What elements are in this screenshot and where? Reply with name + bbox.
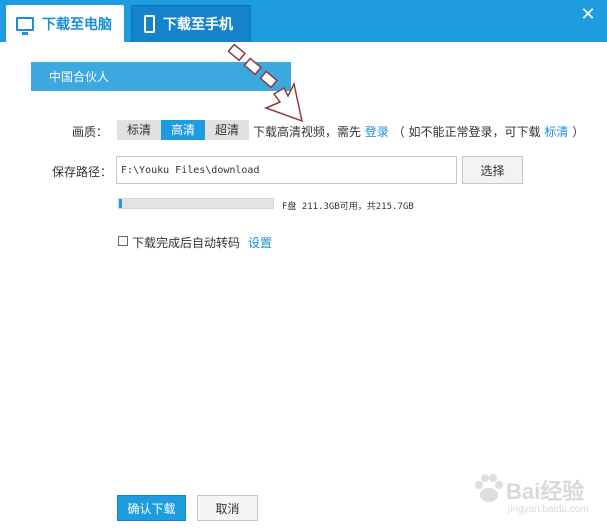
confirm-download-button[interactable]: 确认下载 <box>117 495 186 521</box>
quality-selector: 标清 高清 超清 <box>117 120 249 140</box>
quality-hint: 下载高清视频，需先 登录 （ 如不能正常登录，可下载 标清 ） <box>253 123 584 140</box>
paw-icon <box>475 474 503 502</box>
quality-hint-prefix: 下载高清视频，需先 <box>253 125 362 139</box>
tab-download-to-pc[interactable]: 下载至电脑 <box>6 5 124 42</box>
auto-convert-label: 下载完成后自动转码 <box>132 236 241 250</box>
tab-download-to-phone[interactable]: 下载至手机 <box>131 5 251 42</box>
choose-folder-button[interactable]: 选择 <box>462 156 523 184</box>
monitor-icon <box>16 16 34 35</box>
quality-option-hd[interactable]: 高清 <box>161 120 205 140</box>
disk-space-text: F盘 211.3GB可用，共215.7GB <box>282 202 414 212</box>
quality-option-super[interactable]: 超清 <box>205 120 249 140</box>
save-path-input[interactable] <box>116 156 457 184</box>
tab-label: 下载至手机 <box>163 17 233 33</box>
phone-icon <box>144 15 155 33</box>
baidu-watermark: Bai经验 jingyan.baidu.com <box>470 470 602 522</box>
watermark-text: Bai经验 <box>506 479 585 504</box>
title-bar: 下载至电脑 下载至手机 ✕ <box>0 0 607 42</box>
save-path-label: 保存路径： <box>52 165 113 179</box>
auto-convert-settings-link[interactable]: 设置 <box>248 234 272 251</box>
tab-label: 下载至电脑 <box>42 16 112 33</box>
quality-hint-middle: （ 如不能正常登录，可下载 <box>392 125 541 139</box>
auto-convert-checkbox[interactable] <box>118 236 128 246</box>
quality-hint-suffix: ） <box>572 125 585 139</box>
quality-option-sd[interactable]: 标清 <box>117 120 161 140</box>
cancel-button[interactable]: 取消 <box>197 495 258 521</box>
disk-usage-fill <box>119 199 123 208</box>
login-link[interactable]: 登录 <box>365 125 389 139</box>
pointer-arrow-icon <box>227 44 304 123</box>
close-icon[interactable]: ✕ <box>579 6 597 24</box>
video-title: 中国合伙人 <box>49 70 110 84</box>
watermark-url: jingyan.baidu.com <box>508 504 589 515</box>
quality-label: 画质： <box>72 125 109 139</box>
disk-usage-bar <box>118 198 274 209</box>
sd-download-link[interactable]: 标清 <box>544 125 568 139</box>
